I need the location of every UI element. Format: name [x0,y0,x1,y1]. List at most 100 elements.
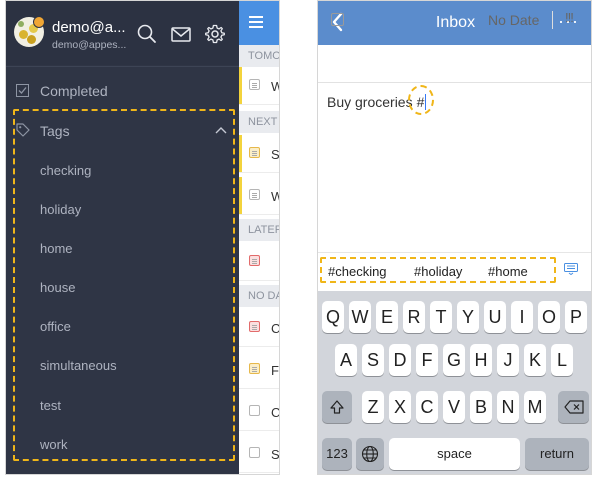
suggestion-checking[interactable]: #checking [328,264,387,279]
task-list: TOMORROW W NEXT 7 DAYS S W LATER NO DATE… [239,1,280,474]
task-title: W [271,79,279,94]
task-row[interactable]: W [239,67,279,105]
task-row[interactable]: S [239,435,280,473]
task-text: Buy groceries [327,94,413,110]
key-v[interactable]: V [443,391,465,423]
tag-item-test[interactable]: test [40,398,61,413]
shift-key[interactable] [322,391,352,423]
right-screen: Inbox ··· No Date !!! Buy groceries # #ch… [317,0,592,475]
key-h[interactable]: H [470,344,492,376]
notification-badge [33,16,45,28]
key-q[interactable]: Q [322,301,344,333]
left-screen: TOMORROW W NEXT 7 DAYS S W LATER NO DATE… [5,0,280,475]
checkbox[interactable] [249,189,260,200]
key-i[interactable]: I [511,301,533,333]
key-d[interactable]: D [389,344,411,376]
globe-key[interactable] [356,438,384,470]
task-row[interactable]: F [239,351,279,389]
nav-title: Inbox [435,14,476,31]
completed-item[interactable]: Completed [40,83,108,99]
checkbox[interactable] [249,79,260,90]
tags-header[interactable]: Tags [40,123,70,139]
divider [6,66,239,67]
key-z[interactable]: Z [362,391,384,423]
checkbox[interactable] [249,321,260,332]
globe-icon [361,445,379,463]
tag-item-office[interactable]: office [40,319,71,334]
task-title: W [271,189,279,204]
tag-item-home[interactable]: home [40,241,73,256]
key-m[interactable]: M [524,391,546,423]
task-title: F [271,363,279,378]
user-name[interactable]: demo@a... [52,19,126,36]
backspace-icon [563,400,584,414]
task-title: C [271,321,280,336]
backspace-key[interactable] [558,391,589,423]
section-header: NEXT 7 DAYS [239,111,279,133]
task-row[interactable] [239,243,279,281]
chevron-up-icon[interactable] [215,126,227,134]
menu-icon[interactable] [249,16,263,28]
search-icon[interactable] [136,23,158,45]
key-k[interactable]: K [524,344,546,376]
checkbox[interactable] [249,147,260,158]
return-key[interactable]: return [525,438,589,470]
key-t[interactable]: T [430,301,452,333]
key-p[interactable]: P [565,301,587,333]
checkbox[interactable] [249,405,260,416]
key-c[interactable]: C [416,391,438,423]
hide-keyboard-icon[interactable] [564,263,578,275]
priority-button[interactable]: !!! [565,10,574,25]
tag-item-work[interactable]: work [40,437,67,452]
tag-item-checking[interactable]: checking [40,163,91,178]
keyboard: Q W E R T Y U I O P A S D F G H J K L Z … [318,291,591,474]
task-title: S [271,147,280,162]
suggestion-home[interactable]: #home [488,264,528,279]
task-title: S [271,447,280,462]
section-header: NO DATE [239,285,279,307]
task-list-header [239,1,279,45]
hash-highlight [408,85,434,115]
date-button[interactable]: No Date [488,12,539,28]
task-checkbox[interactable] [331,13,344,26]
checkbox[interactable] [249,255,260,266]
key-n[interactable]: N [497,391,519,423]
key-w[interactable]: W [349,301,371,333]
completed-checkbox-icon [16,84,29,97]
key-a[interactable]: A [335,344,357,376]
key-g[interactable]: G [443,344,465,376]
task-row[interactable]: C [239,309,280,347]
tag-icon [16,123,30,137]
task-row[interactable]: W [239,177,279,215]
key-b[interactable]: B [470,391,492,423]
shift-icon [330,400,344,414]
space-key[interactable]: space [389,438,520,470]
task-row[interactable]: C [239,393,280,431]
task-row[interactable]: S [239,135,280,173]
section-header: LATER [239,219,279,241]
gear-icon[interactable] [204,23,226,45]
key-j[interactable]: J [497,344,519,376]
tag-item-holiday[interactable]: holiday [40,202,81,217]
task-title: C [271,405,280,420]
checkbox[interactable] [249,447,260,458]
key-f[interactable]: F [416,344,438,376]
mail-icon[interactable] [170,23,192,45]
task-options-bar [318,45,591,83]
key-o[interactable]: O [538,301,560,333]
tag-item-house[interactable]: house [40,280,75,295]
tag-item-simultaneous[interactable]: simultaneous [40,358,117,373]
checkbox[interactable] [249,363,260,374]
key-r[interactable]: R [403,301,425,333]
numbers-key[interactable]: 123 [322,438,352,470]
key-l[interactable]: L [551,344,573,376]
divider [552,11,553,29]
navigation-drawer: demo@a... demo@appes... Completed Tags c… [6,1,239,474]
key-x[interactable]: X [389,391,411,423]
key-e[interactable]: E [376,301,398,333]
suggestion-holiday[interactable]: #holiday [414,264,462,279]
key-y[interactable]: Y [457,301,479,333]
key-s[interactable]: S [362,344,384,376]
user-email: demo@appes... [52,39,127,51]
key-u[interactable]: U [484,301,506,333]
